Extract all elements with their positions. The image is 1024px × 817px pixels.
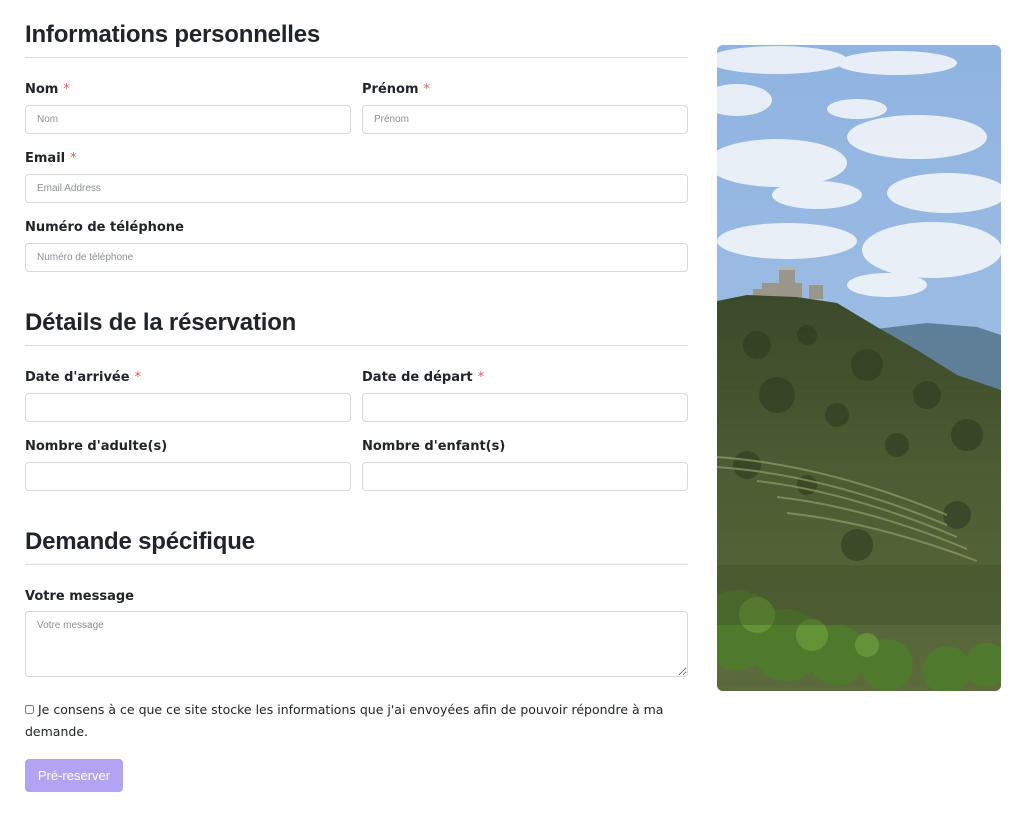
prenom-label-text: Prénom <box>362 82 419 97</box>
prenom-label: Prénom * <box>362 82 430 97</box>
adults-label: Nombre d'adulte(s) <box>25 439 168 454</box>
children-input[interactable] <box>362 462 688 491</box>
adults-input[interactable] <box>25 462 351 491</box>
section-title-booking: Détails de la réservation <box>25 309 297 336</box>
arrival-date-input[interactable] <box>25 393 351 422</box>
arrival-date-label: Date d'arrivée * <box>25 370 141 385</box>
section-divider <box>25 564 688 565</box>
email-input[interactable] <box>25 174 688 203</box>
nom-label-text: Nom <box>25 82 59 97</box>
consent-text: Je consens à ce que ce site stocke les i… <box>25 702 664 739</box>
phone-input[interactable] <box>25 243 688 272</box>
required-marker: * <box>477 370 485 385</box>
nom-label: Nom * <box>25 82 70 97</box>
departure-date-label: Date de départ * <box>362 370 484 385</box>
section-divider <box>25 345 688 346</box>
consent-row: Je consens à ce que ce site stocke les i… <box>25 699 665 743</box>
section-divider <box>25 57 688 58</box>
message-label: Votre message <box>25 589 134 604</box>
departure-label-text: Date de départ <box>362 370 473 385</box>
castle-hillside-photo <box>717 45 1001 691</box>
pre-reserve-button[interactable]: Pré-reserver <box>25 759 123 792</box>
departure-date-input[interactable] <box>362 393 688 422</box>
required-marker: * <box>134 370 142 385</box>
phone-label: Numéro de téléphone <box>25 220 184 235</box>
email-label-text: Email <box>25 151 66 166</box>
section-title-personal: Informations personnelles <box>25 21 321 48</box>
arrival-label-text: Date d'arrivée <box>25 370 130 385</box>
landscape-image <box>717 45 1001 691</box>
children-label: Nombre d'enfant(s) <box>362 439 506 454</box>
consent-checkbox[interactable] <box>25 705 34 714</box>
required-marker: * <box>63 82 70 97</box>
required-marker: * <box>70 151 77 166</box>
message-textarea[interactable] <box>25 611 688 677</box>
section-title-request: Demande spécifique <box>25 528 255 555</box>
nom-input[interactable] <box>25 105 351 134</box>
prenom-input[interactable] <box>362 105 688 134</box>
required-marker: * <box>423 82 431 97</box>
email-label: Email * <box>25 151 77 166</box>
